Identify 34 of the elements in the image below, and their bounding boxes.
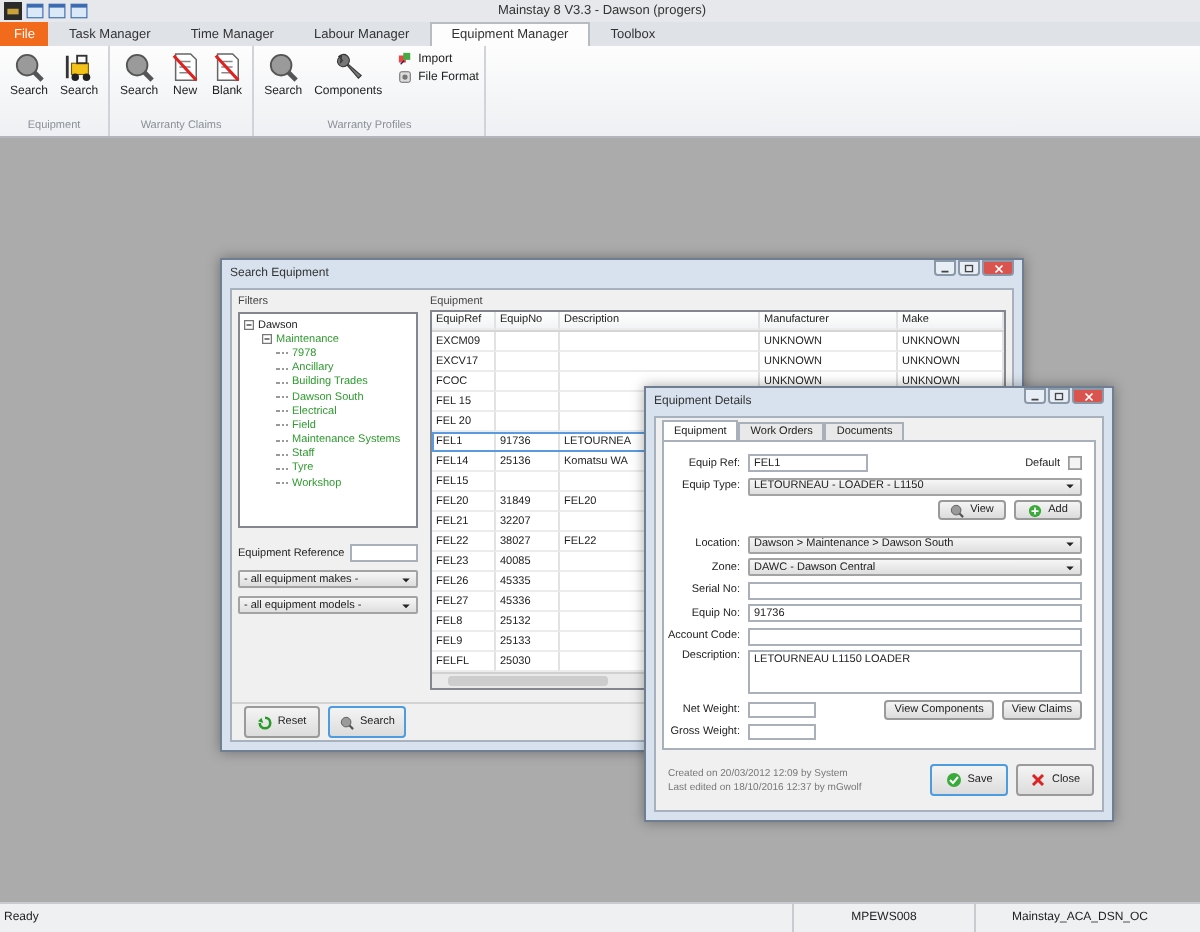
check-icon (945, 772, 962, 788)
document-icon (212, 52, 243, 82)
input-field[interactable] (748, 701, 816, 717)
app-logo-icon (4, 2, 22, 20)
caret-icon (400, 599, 412, 611)
search-icon (14, 52, 44, 82)
input-field[interactable] (748, 724, 816, 740)
input-field[interactable] (748, 627, 1082, 645)
close-icon (1029, 772, 1046, 788)
search-icon (124, 52, 155, 82)
search-icon (340, 715, 354, 729)
maximize-icon (962, 261, 976, 275)
search-icon (950, 503, 965, 517)
close-button[interactable] (982, 260, 1014, 276)
caret-icon (400, 573, 412, 585)
search-icon (268, 52, 299, 82)
add-icon (1028, 503, 1043, 517)
input-field[interactable] (748, 581, 1082, 599)
collapse-icon[interactable] (262, 334, 272, 345)
checkbox[interactable] (1068, 456, 1082, 470)
maximize-button[interactable] (1048, 388, 1070, 404)
refresh-icon (257, 715, 272, 729)
import-icon (398, 52, 413, 66)
forklift-icon (64, 52, 95, 82)
reference-field[interactable] (350, 544, 418, 562)
document-icon (170, 52, 201, 82)
caret-icon (1064, 480, 1076, 492)
collapse-icon[interactable] (244, 320, 254, 331)
close-button[interactable] (1072, 388, 1104, 404)
close-icon (991, 261, 1005, 275)
wrench-icon (333, 52, 364, 82)
close-icon (1081, 389, 1095, 403)
maximize-icon (1052, 389, 1066, 403)
maximize-button[interactable] (958, 260, 980, 276)
